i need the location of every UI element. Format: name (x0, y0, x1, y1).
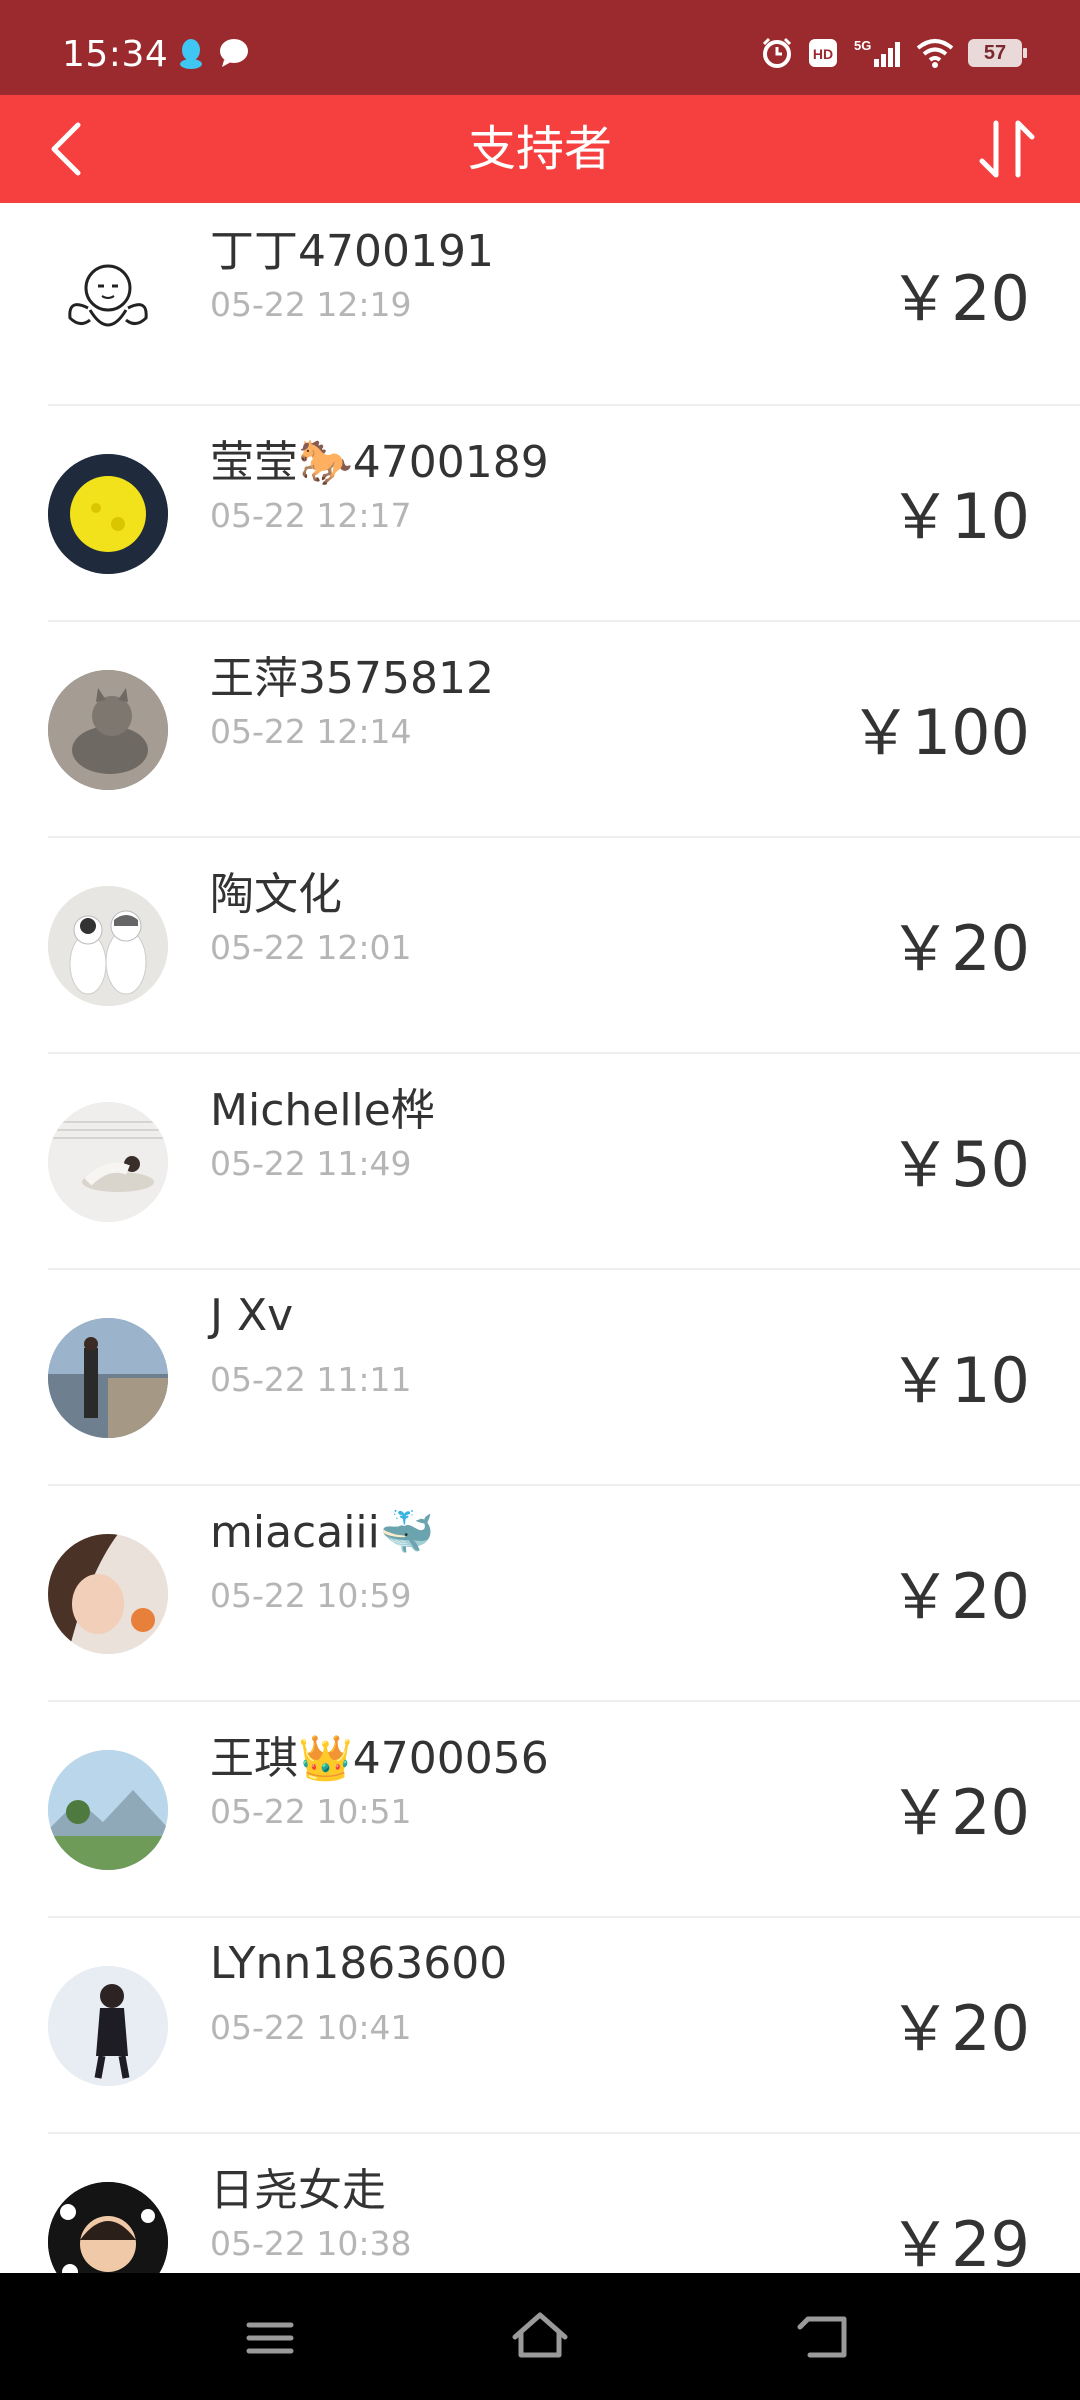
status-system-icons: HD 5G 57 (760, 36, 1027, 70)
support-amount: ￥10 (889, 1344, 1030, 1417)
system-navigation-bar (0, 2273, 1080, 2400)
avatar-cat-image (48, 670, 168, 790)
avatar (48, 670, 168, 790)
avatar (48, 1102, 168, 1222)
avatar-cartoon-image (68, 264, 148, 327)
header-bar: 支持者 (0, 95, 1080, 203)
page-title: 支持者 (467, 121, 612, 177)
supporter-name: 王萍3575812 (210, 653, 494, 704)
list-item[interactable]: 莹莹🐎4700189 05-22 12:17 ￥10 (0, 406, 1080, 622)
support-amount: ￥20 (889, 912, 1030, 985)
supporter-name: miacaiii🐳 (210, 1507, 435, 1558)
network-label: 5G (854, 38, 871, 53)
status-notification-icons (178, 38, 250, 70)
list-item[interactable]: miacaiii🐳 05-22 10:59 ￥20 (0, 1486, 1080, 1702)
list-item[interactable]: Michelle桦 05-22 11:49 ￥50 (0, 1054, 1080, 1270)
message-icon (220, 39, 248, 67)
avatar-toddler-photo (48, 1966, 168, 2086)
sort-icon[interactable] (976, 117, 1040, 181)
avatar (48, 2182, 168, 2273)
list-item[interactable]: 丁丁4700191 05-22 12:19 ￥20 (0, 203, 1080, 406)
hd-label: HD (813, 46, 833, 62)
support-amount: ￥50 (889, 1128, 1030, 1201)
battery-indicator: 57 (968, 39, 1027, 67)
avatar-two-cats-image (48, 886, 168, 1006)
supporter-name: LYnn1863600 (210, 1938, 508, 1989)
home-icon[interactable] (505, 2303, 575, 2373)
support-time: 05-22 10:59 (210, 1576, 412, 1615)
avatar (48, 1750, 168, 1870)
support-time: 05-22 11:49 (210, 1144, 412, 1183)
support-time: 05-22 12:19 (210, 285, 412, 324)
support-amount: ￥10 (889, 480, 1030, 553)
avatar (48, 1966, 168, 2086)
status-time: 15:34 (62, 34, 169, 75)
support-time: 05-22 10:41 (210, 2008, 412, 2047)
supporter-name: 日尧女走 (210, 2165, 386, 2216)
support-time: 05-22 12:17 (210, 496, 412, 535)
list-item[interactable]: 王萍3575812 05-22 12:14 ￥100 (0, 622, 1080, 838)
avatar (48, 1318, 168, 1438)
support-time: 05-22 12:14 (210, 712, 412, 751)
support-time: 05-22 10:38 (210, 2224, 412, 2263)
support-time: 05-22 10:51 (210, 1792, 412, 1831)
avatar-moon-image (48, 454, 168, 574)
hd-icon: HD (809, 39, 837, 67)
list-item[interactable]: J Xv 05-22 11:11 ￥10 (0, 1270, 1080, 1486)
support-time: 05-22 12:01 (210, 928, 412, 967)
wifi-icon (916, 39, 954, 68)
menu-icon[interactable] (235, 2303, 305, 2373)
supporter-name: J Xv (210, 1290, 294, 1341)
back-icon[interactable] (790, 2303, 860, 2373)
avatar (48, 1534, 168, 1654)
avatar (48, 238, 168, 358)
list-item[interactable]: 陶文化 05-22 12:01 ￥20 (0, 838, 1080, 1054)
supporter-name: Michelle桦 (210, 1085, 435, 1136)
status-bar: 15:34 HD 5G 57 (0, 0, 1080, 95)
support-amount: ￥29 (889, 2208, 1030, 2273)
list-item[interactable]: 王琪👑4700056 05-22 10:51 ￥20 (0, 1702, 1080, 1918)
list-item[interactable]: LYnn1863600 05-22 10:41 ￥20 (0, 1918, 1080, 2134)
support-amount: ￥20 (889, 262, 1030, 335)
alarm-icon (762, 37, 792, 68)
support-amount: ￥20 (889, 1560, 1030, 1633)
supporter-list[interactable]: 丁丁4700191 05-22 12:19 ￥20 莹莹🐎4700189 05-… (0, 203, 1080, 2273)
avatar-landscape-image (48, 1750, 168, 1870)
avatar-waterfront-photo (48, 1318, 168, 1438)
signal-5g-icon: 5G (854, 38, 900, 67)
avatar-child-sticker-image (48, 2182, 168, 2273)
avatar (48, 886, 168, 1006)
supporter-name: 莹莹🐎4700189 (210, 437, 549, 488)
qq-icon (180, 39, 202, 69)
list-item[interactable]: 日尧女走 05-22 10:38 ￥29 (0, 2134, 1080, 2273)
support-amount: ￥100 (849, 696, 1030, 769)
supporter-name: 丁丁4700191 (210, 226, 494, 277)
supporter-name: 王琪👑4700056 (210, 1733, 549, 1784)
support-time: 05-22 11:11 (210, 1360, 412, 1399)
support-amount: ￥20 (889, 1992, 1030, 2065)
avatar-person-photo (48, 1102, 168, 1222)
avatar (48, 454, 168, 574)
support-amount: ￥20 (889, 1776, 1030, 1849)
avatar-girl-photo (48, 1534, 168, 1654)
supporter-name: 陶文化 (210, 869, 342, 920)
